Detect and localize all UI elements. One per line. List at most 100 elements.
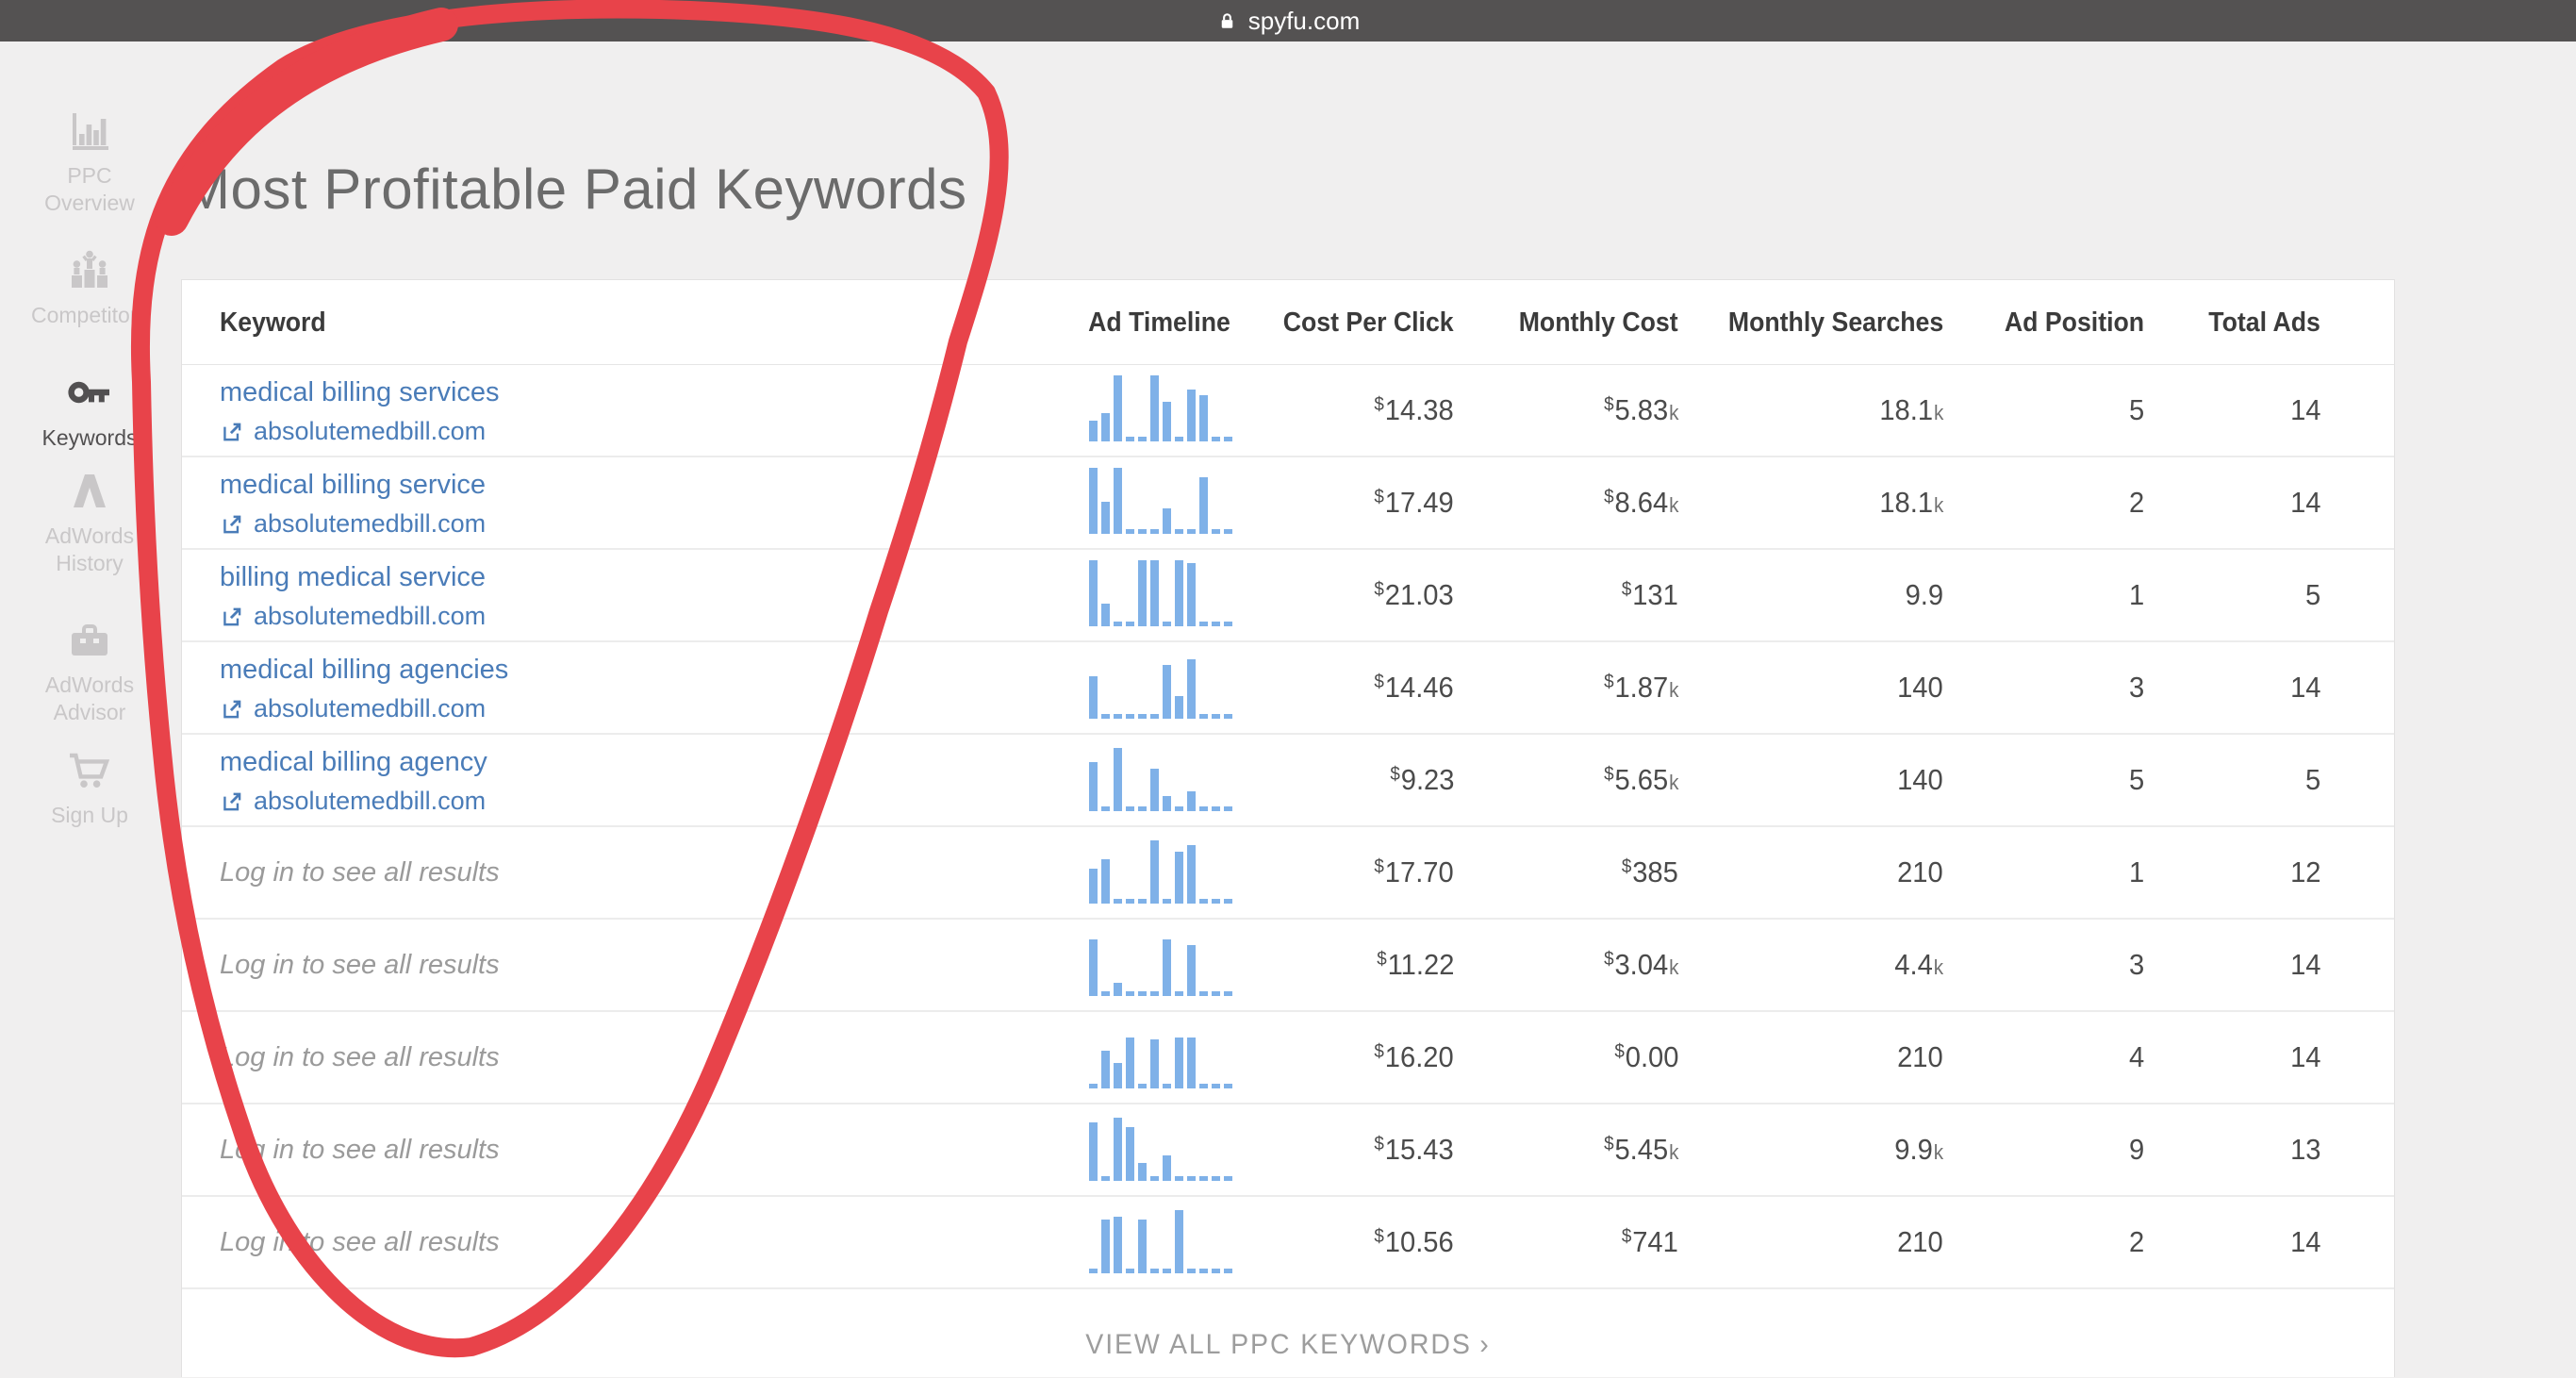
timeline-zero-dash bbox=[1163, 1269, 1171, 1273]
table-row: medical billing services absolutemedbill… bbox=[182, 365, 2394, 457]
timeline-zero-dash bbox=[1114, 622, 1122, 626]
timeline-zero-dash bbox=[1126, 806, 1134, 811]
sidebar-item-keywords[interactable]: Keywords bbox=[0, 370, 179, 452]
timeline-bar bbox=[1114, 748, 1122, 811]
timeline-zero-dash bbox=[1150, 1269, 1159, 1273]
monthly-searches-value: 18.1k bbox=[1879, 457, 1943, 548]
currency-symbol: $ bbox=[1375, 672, 1384, 692]
timeline-zero-dash bbox=[1212, 806, 1220, 811]
unit-suffix: k bbox=[1934, 955, 1943, 979]
ad-position-value: 3 bbox=[2129, 642, 2144, 733]
timeline-bar bbox=[1163, 402, 1171, 441]
timeline-bar bbox=[1089, 676, 1098, 719]
keyword-link[interactable]: billing medical service bbox=[220, 562, 486, 593]
column-header-ad-position: Ad Position bbox=[2005, 280, 2144, 365]
timeline-zero-dash bbox=[1175, 806, 1183, 811]
timeline-zero-dash bbox=[1175, 991, 1183, 996]
timeline-zero-dash bbox=[1138, 1084, 1147, 1088]
ad-timeline-chart bbox=[1089, 1205, 1236, 1273]
keyword-link[interactable]: medical billing service bbox=[220, 470, 486, 501]
domain-link[interactable]: absolutemedbill.com bbox=[220, 417, 500, 446]
timeline-zero-dash bbox=[1101, 991, 1110, 996]
timeline-bar bbox=[1114, 1063, 1122, 1088]
keyword-link[interactable]: medical billing agency bbox=[220, 747, 487, 778]
login-prompt[interactable]: Log in to see all results bbox=[220, 1135, 500, 1166]
timeline-bar bbox=[1114, 1217, 1122, 1273]
currency-symbol: $ bbox=[1375, 579, 1384, 600]
timeline-zero-dash bbox=[1212, 622, 1220, 626]
browser-address-bar[interactable]: spyfu.com bbox=[1216, 7, 1361, 36]
sidebar-item-competitors[interactable]: Competitors bbox=[0, 247, 179, 329]
currency-symbol: $ bbox=[1622, 579, 1631, 600]
sidebar-item-label: AdWordsHistory bbox=[0, 523, 179, 577]
timeline-bar bbox=[1175, 1210, 1183, 1273]
sidebar-item-adwords-advisor[interactable]: AdWordsAdvisor bbox=[0, 617, 179, 726]
keyword-link[interactable]: medical billing services bbox=[220, 377, 500, 408]
currency-symbol: $ bbox=[1614, 1041, 1624, 1062]
timeline-zero-dash bbox=[1138, 714, 1147, 719]
monthly-cost-value: $5.45k bbox=[1604, 1104, 1678, 1195]
domain-link[interactable]: absolutemedbill.com bbox=[220, 694, 508, 723]
sidebar-item-ppc-overview[interactable]: PPCOverview bbox=[0, 108, 179, 217]
monthly-searches-value: 210 bbox=[1897, 1197, 1943, 1287]
currency-symbol: $ bbox=[1622, 1226, 1631, 1247]
timeline-bar bbox=[1175, 852, 1183, 904]
timeline-zero-dash bbox=[1224, 714, 1232, 719]
timeline-bar bbox=[1150, 375, 1159, 441]
keyword-cell: medical billing agencies absolutemedbill… bbox=[220, 655, 508, 723]
domain-link[interactable]: absolutemedbill.com bbox=[220, 602, 486, 631]
cost-per-click-value: $9.23 bbox=[1390, 735, 1454, 825]
login-prompt[interactable]: Log in to see all results bbox=[220, 950, 500, 981]
timeline-zero-dash bbox=[1224, 991, 1232, 996]
timeline-zero-dash bbox=[1199, 1084, 1208, 1088]
keyword-cell: Log in to see all results bbox=[220, 1104, 500, 1195]
table-footer: VIEW ALL PPC KEYWORDS› bbox=[182, 1289, 2394, 1378]
currency-symbol: $ bbox=[1375, 394, 1384, 415]
monthly-cost-value: $0.00 bbox=[1614, 1012, 1678, 1103]
table-row: Log in to see all results $17.70 $385 21… bbox=[182, 827, 2394, 920]
timeline-bar bbox=[1089, 468, 1098, 534]
login-prompt[interactable]: Log in to see all results bbox=[220, 1227, 500, 1258]
total-ads-value: 14 bbox=[2290, 1012, 2320, 1103]
domain-link[interactable]: absolutemedbill.com bbox=[220, 509, 486, 539]
timeline-zero-dash bbox=[1212, 991, 1220, 996]
timeline-zero-dash bbox=[1101, 806, 1110, 811]
keyword-cell: medical billing agency absolutemedbill.c… bbox=[220, 747, 487, 816]
view-all-ppc-keywords-link[interactable]: VIEW ALL PPC KEYWORDS› bbox=[1085, 1329, 1490, 1361]
timeline-zero-dash bbox=[1089, 1269, 1098, 1273]
timeline-zero-dash bbox=[1212, 899, 1220, 904]
timeline-zero-dash bbox=[1212, 1176, 1220, 1181]
timeline-zero-dash bbox=[1224, 1269, 1232, 1273]
timeline-bar bbox=[1101, 1051, 1110, 1088]
unit-suffix: k bbox=[1934, 1140, 1943, 1164]
timeline-zero-dash bbox=[1138, 806, 1147, 811]
currency-symbol: $ bbox=[1604, 487, 1613, 507]
unit-suffix: k bbox=[1669, 401, 1678, 424]
currency-symbol: $ bbox=[1604, 672, 1613, 692]
sidebar-item-label: Competitors bbox=[0, 302, 179, 329]
unit-suffix: k bbox=[1669, 955, 1678, 979]
login-prompt[interactable]: Log in to see all results bbox=[220, 1042, 500, 1073]
timeline-zero-dash bbox=[1150, 714, 1159, 719]
timeline-zero-dash bbox=[1224, 622, 1232, 626]
ad-position-value: 5 bbox=[2129, 365, 2144, 456]
timeline-zero-dash bbox=[1163, 622, 1171, 626]
key-icon bbox=[0, 370, 179, 420]
table-row: Log in to see all results $11.22 $3.04k … bbox=[182, 920, 2394, 1012]
timeline-zero-dash bbox=[1199, 899, 1208, 904]
sidebar-item-label: PPCOverview bbox=[0, 162, 179, 217]
login-prompt[interactable]: Log in to see all results bbox=[220, 857, 500, 888]
domain-link[interactable]: absolutemedbill.com bbox=[220, 787, 487, 816]
keyword-link[interactable]: medical billing agencies bbox=[220, 655, 508, 686]
currency-symbol: $ bbox=[1604, 394, 1613, 415]
timeline-zero-dash bbox=[1187, 1269, 1196, 1273]
sidebar-item-adwords-history[interactable]: AdWordsHistory bbox=[0, 468, 179, 577]
chevron-right-icon: › bbox=[1479, 1329, 1490, 1360]
keyword-cell: Log in to see all results bbox=[220, 920, 500, 1010]
sidebar-item-sign-up[interactable]: Sign Up bbox=[0, 747, 179, 829]
timeline-bar bbox=[1163, 665, 1171, 719]
table-row: Log in to see all results $16.20 $0.00 2… bbox=[182, 1012, 2394, 1104]
bar-chart-icon bbox=[0, 108, 179, 158]
cost-per-click-value: $14.46 bbox=[1375, 642, 1454, 733]
timeline-bar bbox=[1089, 560, 1098, 626]
